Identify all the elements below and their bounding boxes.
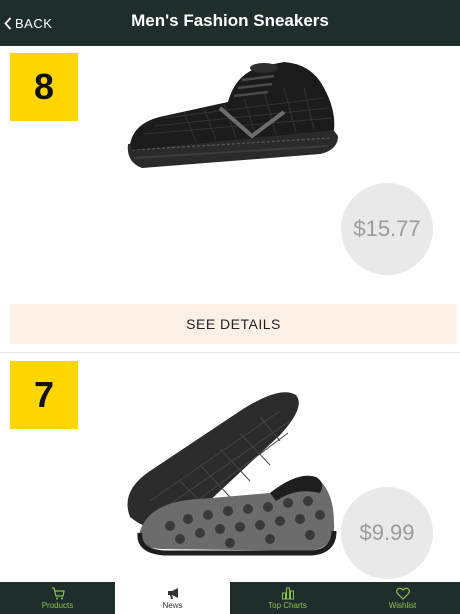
- price-circle: $9.99: [341, 487, 433, 579]
- top-bar: BACK Men's Fashion Sneakers: [0, 0, 460, 46]
- bar-chart-icon: [281, 587, 294, 599]
- product-card: 8 $15.77 SEE DETAILS: [0, 46, 460, 352]
- black-mesh-sneaker-image[interactable]: [124, 58, 342, 184]
- price-circle: $15.77: [341, 183, 433, 275]
- heart-icon: [395, 587, 410, 600]
- gray-polka-dot-water-shoe-image[interactable]: [120, 381, 342, 557]
- page-title: Men's Fashion Sneakers: [131, 11, 329, 30]
- tab-wishlist[interactable]: Wishlist: [345, 582, 460, 614]
- tab-news[interactable]: News: [115, 582, 230, 614]
- tab-label: Products: [41, 600, 74, 610]
- product-card: 7 $9.99: [0, 352, 460, 582]
- cart-icon: [51, 586, 65, 599]
- see-details-button[interactable]: SEE DETAILS: [10, 304, 457, 344]
- rank-badge: 7: [10, 361, 78, 429]
- product-list[interactable]: 8 $15.77 SEE DETAILS 7 $9.99: [0, 46, 460, 582]
- tab-label: Top Charts: [268, 600, 307, 610]
- tab-products[interactable]: Products: [0, 582, 115, 614]
- tab-label: News: [162, 600, 183, 610]
- rank-badge: 8: [10, 53, 78, 121]
- tab-top-charts[interactable]: Top Charts: [230, 582, 345, 614]
- megaphone-icon: [167, 587, 178, 599]
- tab-label: Wishlist: [388, 600, 417, 610]
- bottom-tab-bar: Products News Top Charts Wishlist: [0, 582, 460, 614]
